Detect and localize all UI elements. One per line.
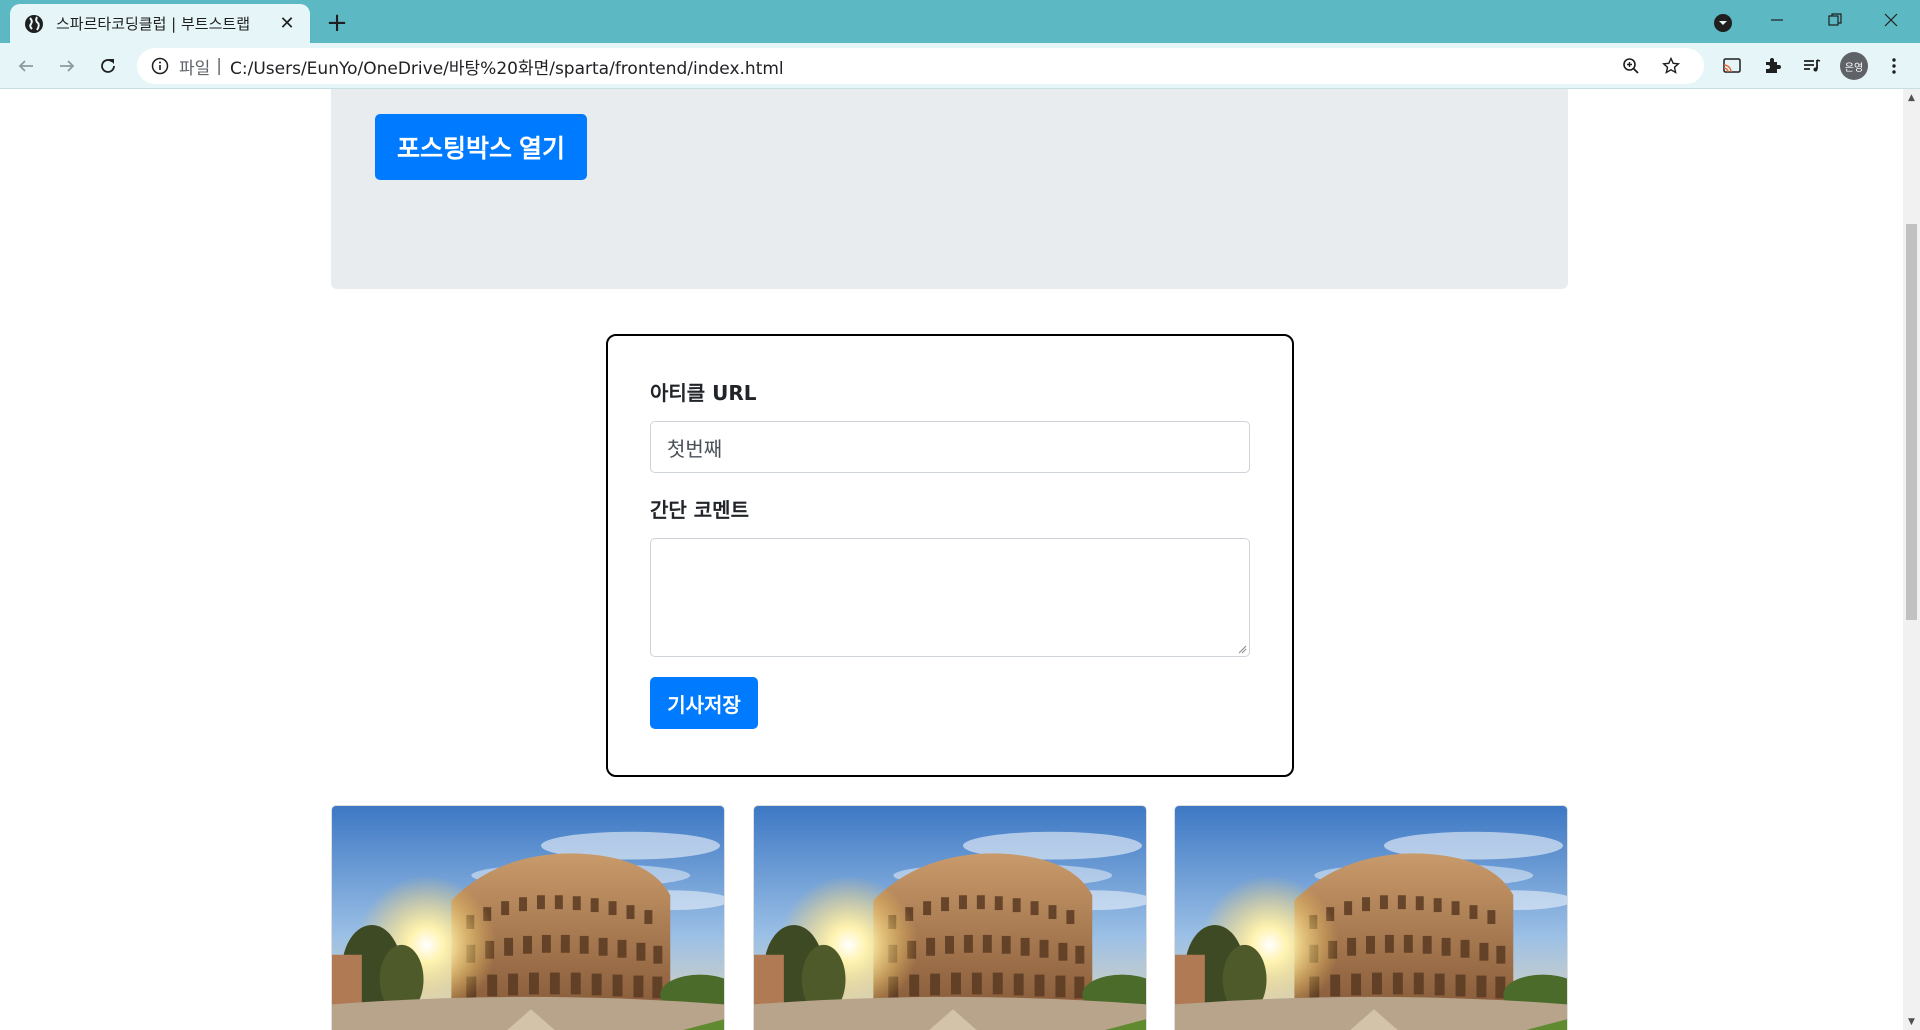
back-button[interactable] bbox=[10, 50, 42, 82]
more-vertical-icon bbox=[1892, 58, 1896, 74]
extensions-button[interactable] bbox=[1756, 50, 1788, 82]
bookmark-button[interactable] bbox=[1655, 50, 1687, 82]
browser-toolbar: 파일 | C:/Users/EunYo/OneDrive/바탕%20화면/spa… bbox=[0, 43, 1920, 89]
url-text[interactable]: C:/Users/EunYo/OneDrive/바탕%20화면/sparta/f… bbox=[230, 54, 784, 79]
puzzle-icon bbox=[1766, 58, 1781, 73]
arrow-right-icon bbox=[60, 60, 75, 72]
arrow-left-icon bbox=[18, 60, 33, 72]
article-url-label: 아티클 URL bbox=[650, 381, 757, 405]
cast-icon bbox=[1723, 58, 1741, 73]
globe-icon bbox=[25, 14, 43, 33]
cast-button[interactable] bbox=[1716, 50, 1748, 82]
comment-label: 간단 코멘트 bbox=[650, 498, 749, 522]
resize-grip-icon[interactable] bbox=[1237, 644, 1247, 654]
info-icon[interactable] bbox=[151, 57, 169, 75]
url-scheme-label: 파일 bbox=[179, 58, 211, 79]
url-separator: | bbox=[216, 56, 223, 76]
profile-avatar[interactable]: 은영 bbox=[1840, 52, 1868, 80]
close-window-button[interactable] bbox=[1862, 0, 1920, 40]
card-image[interactable] bbox=[1174, 805, 1568, 1030]
reload-icon bbox=[101, 59, 115, 73]
scroll-up-icon[interactable]: ▲ bbox=[1903, 89, 1920, 106]
zoom-button[interactable] bbox=[1615, 50, 1647, 82]
scroll-down-icon[interactable]: ▼ bbox=[1903, 1013, 1920, 1030]
media-button[interactable] bbox=[1796, 50, 1828, 82]
save-article-button[interactable]: 기사저장 bbox=[650, 677, 758, 729]
tab-strip: 스파르타코딩클럽 | 부트스트랩 ✕ + bbox=[0, 0, 1920, 43]
open-posting-box-button[interactable]: 포스팅박스 열기 bbox=[375, 114, 587, 180]
comment-textarea[interactable] bbox=[650, 538, 1250, 657]
restore-icon bbox=[1828, 13, 1842, 26]
colosseum-image bbox=[754, 806, 1146, 1030]
minimize-icon bbox=[1771, 19, 1783, 21]
tab-search-icon[interactable] bbox=[1708, 8, 1738, 38]
posting-box: 아티클 URL 첫번째 간단 코멘트 기사저장 bbox=[606, 334, 1294, 777]
close-icon bbox=[1884, 13, 1898, 27]
menu-button[interactable] bbox=[1878, 50, 1910, 82]
colosseum-image bbox=[1175, 806, 1567, 1030]
forward-button[interactable] bbox=[51, 50, 83, 82]
playlist-icon bbox=[1804, 59, 1821, 72]
scroll-thumb[interactable] bbox=[1906, 224, 1917, 620]
new-tab-button[interactable]: + bbox=[322, 8, 352, 38]
page-viewport: 포스팅박스 열기 아티클 URL 첫번째 간단 코멘트 기사저장 bbox=[0, 89, 1903, 1030]
zoom-icon bbox=[1623, 58, 1639, 74]
minimize-button[interactable] bbox=[1748, 0, 1806, 40]
address-bar[interactable]: 파일 | C:/Users/EunYo/OneDrive/바탕%20화면/spa… bbox=[137, 48, 1704, 84]
article-url-input[interactable]: 첫번째 bbox=[650, 421, 1250, 473]
card-image[interactable] bbox=[753, 805, 1147, 1030]
close-tab-icon[interactable]: ✕ bbox=[276, 13, 298, 35]
restore-button[interactable] bbox=[1806, 0, 1864, 40]
browser-tab[interactable]: 스파르타코딩클럽 | 부트스트랩 ✕ bbox=[10, 4, 310, 43]
colosseum-image bbox=[332, 806, 724, 1030]
tab-title: 스파르타코딩클럽 | 부트스트랩 bbox=[56, 15, 250, 33]
reload-button[interactable] bbox=[92, 50, 124, 82]
page-scrollbar[interactable]: ▲ ▼ bbox=[1903, 89, 1920, 1030]
chevron-down-circle-icon bbox=[1714, 14, 1732, 32]
star-icon bbox=[1662, 57, 1680, 74]
card-image[interactable] bbox=[331, 805, 725, 1030]
